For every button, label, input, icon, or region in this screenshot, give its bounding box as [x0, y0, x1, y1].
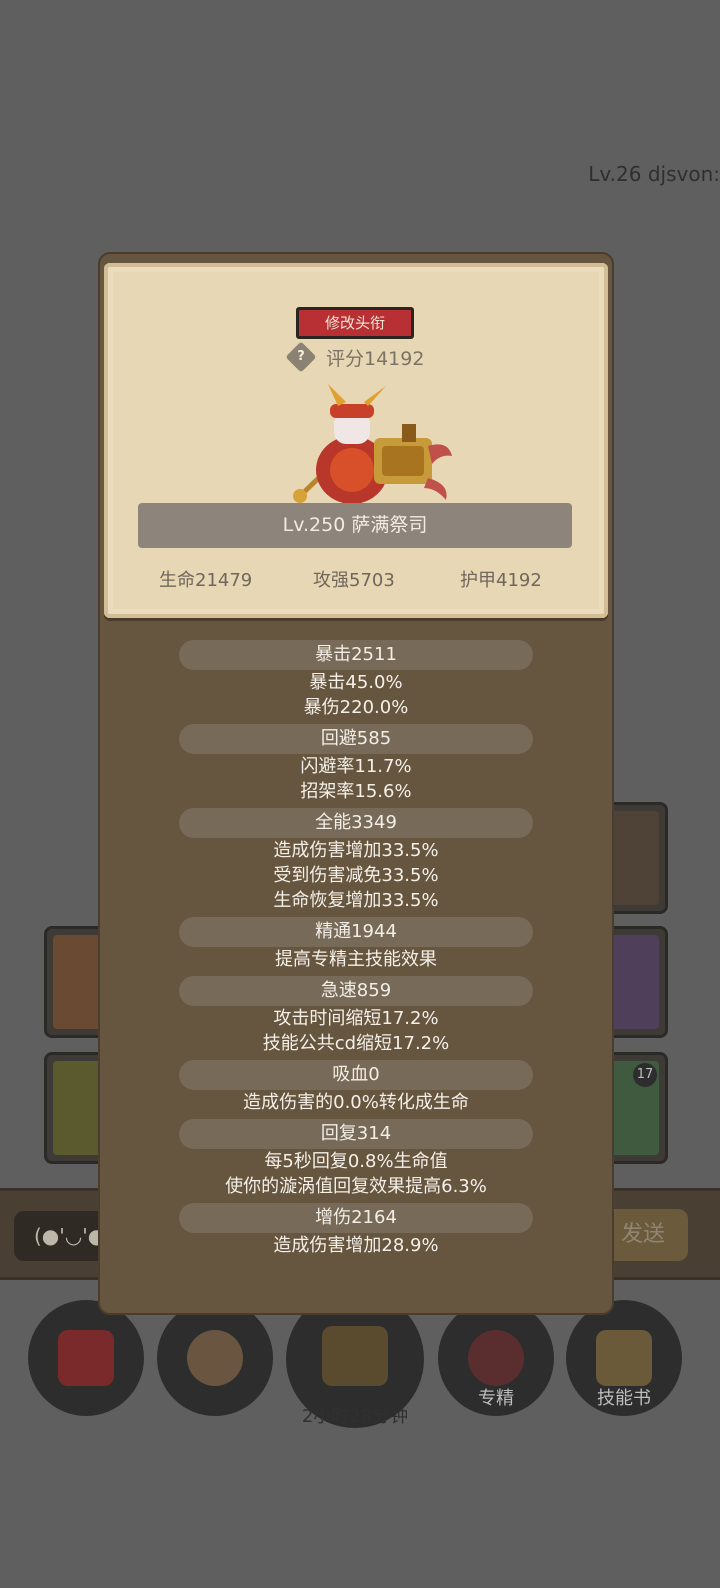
chest-icon — [322, 1326, 388, 1386]
help-icon[interactable]: ? — [285, 341, 317, 373]
stat-line: 技能公共cd缩短17.2% — [262, 1033, 450, 1054]
hero-portrait — [293, 384, 452, 504]
stat-line: 提高专精主技能效果 — [275, 949, 437, 970]
stat-header-crit: 暴击2511 — [179, 640, 533, 670]
slot-count-badge: 17 — [633, 1063, 657, 1087]
specialization-button[interactable]: 专精 — [438, 1300, 554, 1416]
specialization-icon — [468, 1330, 524, 1386]
chest-timer: 2小时28分钟 — [301, 1406, 409, 1427]
stat-header-lifesteal: 吸血0 — [179, 1060, 533, 1090]
stat-header-regen: 回复314 — [179, 1119, 533, 1149]
stat-header-damage-bonus: 增伤2164 — [179, 1203, 533, 1233]
potion-icon — [58, 1330, 114, 1386]
stat-line: 招架率15.6% — [300, 781, 412, 802]
stat-line: 造成伤害的0.0%转化成生命 — [243, 1092, 469, 1113]
skill-book-label: 技能书 — [597, 1388, 651, 1409]
change-title-button[interactable]: 修改头衔 — [296, 307, 414, 339]
attack-power-stat: 攻强5703 — [313, 570, 395, 591]
stat-line: 暴击45.0% — [309, 672, 403, 693]
player-tag: Lv.26 djsvon: — [588, 162, 720, 186]
bread-icon — [187, 1330, 243, 1386]
skill-book-button[interactable]: 技能书 — [566, 1300, 682, 1416]
potion-button[interactable] — [28, 1300, 144, 1416]
stat-line: 受到伤害减免33.5% — [273, 865, 439, 886]
stat-header-haste: 急速859 — [179, 976, 533, 1006]
stat-header-mastery: 精通1944 — [179, 917, 533, 947]
stat-line: 暴伤220.0% — [303, 697, 409, 718]
stat-line: 每5秒回复0.8%生命值 — [264, 1151, 448, 1172]
stat-line: 使你的漩涡值回复效果提高6.3% — [225, 1176, 487, 1197]
score-text: 评分14192 — [326, 348, 425, 370]
stat-line: 造成伤害增加28.9% — [273, 1235, 439, 1256]
stat-header-versatility: 全能3349 — [179, 808, 533, 838]
specialization-label: 专精 — [478, 1388, 514, 1409]
stat-line: 闪避率11.7% — [300, 756, 412, 777]
stat-header-avoidance: 回避585 — [179, 724, 533, 754]
hero-name-bar: Lv.250 萨满祭司 — [138, 503, 572, 548]
stat-line: 生命恢复增加33.5% — [273, 890, 439, 911]
armor-stat: 护甲4192 — [460, 570, 542, 591]
bread-button[interactable] — [157, 1300, 273, 1416]
book-icon — [596, 1330, 652, 1386]
health-stat: 生命21479 — [159, 570, 253, 591]
stat-line: 造成伤害增加33.5% — [273, 840, 439, 861]
stat-list: 暴击2511 暴击45.0% 暴伤220.0% 回避585 闪避率11.7% 招… — [100, 636, 612, 1258]
stat-line: 攻击时间缩短17.2% — [273, 1008, 439, 1029]
